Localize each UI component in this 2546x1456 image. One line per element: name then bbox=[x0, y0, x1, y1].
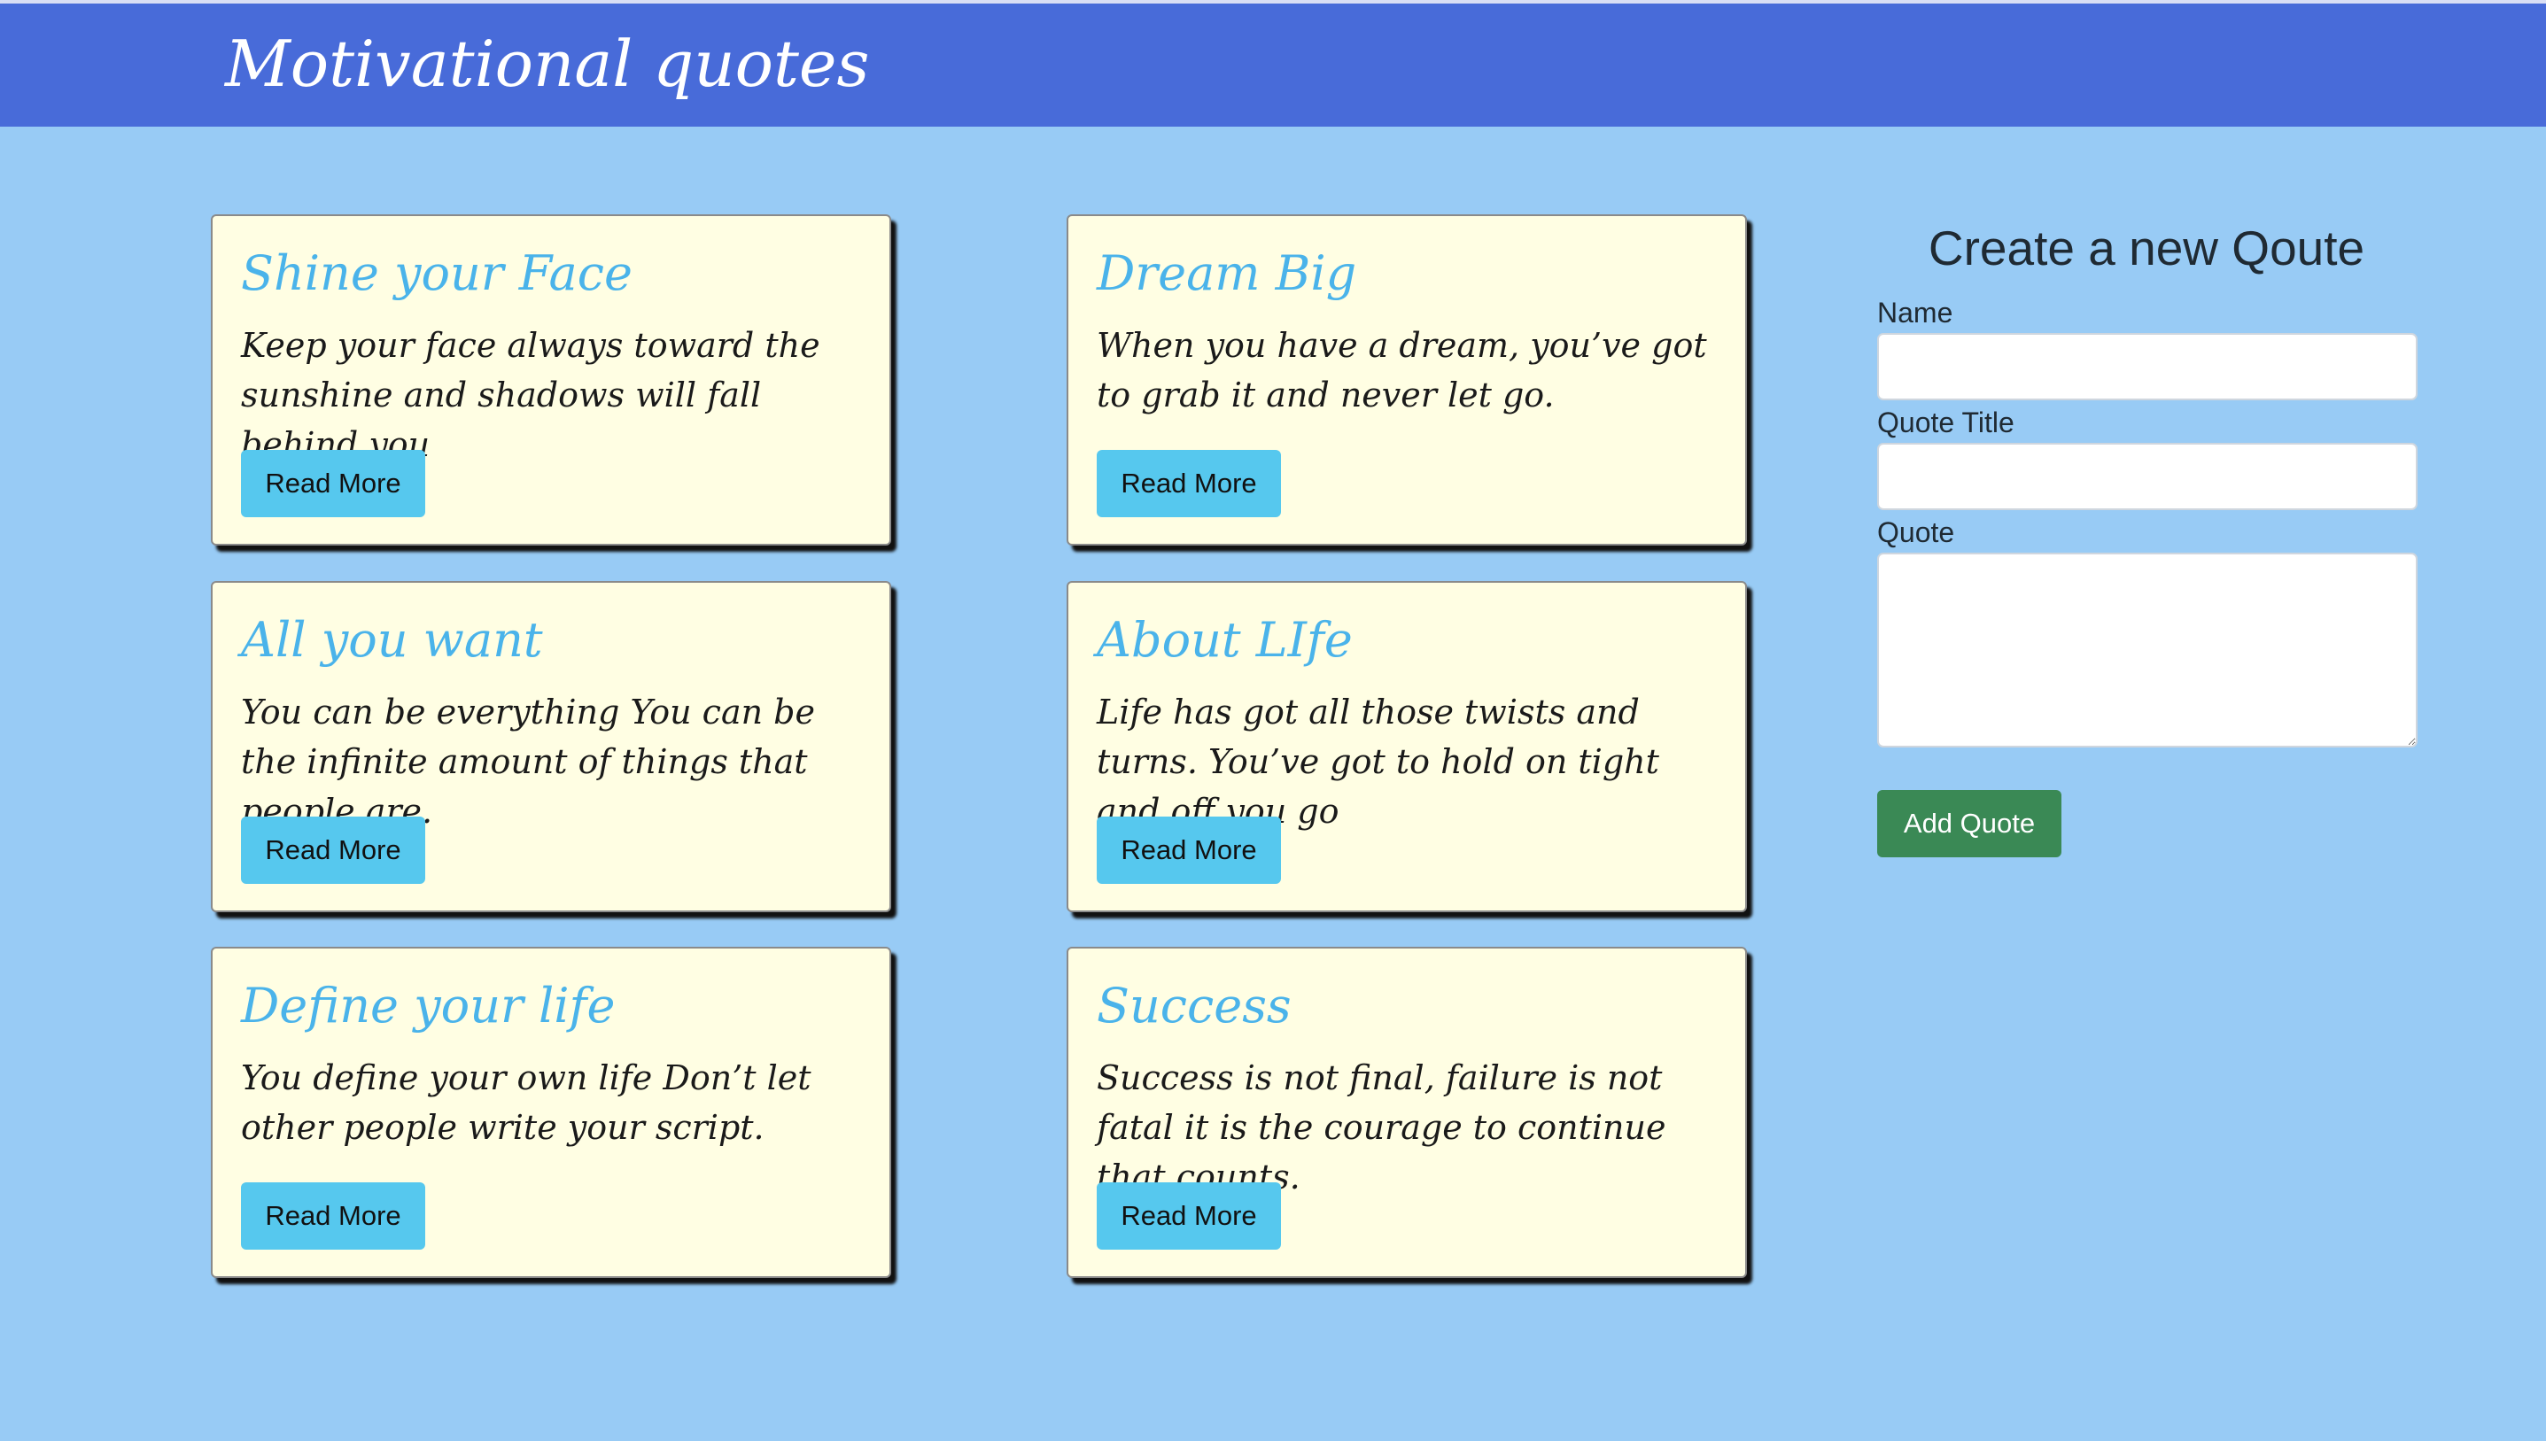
quote-text: You define your own life Don’t let other… bbox=[241, 1058, 811, 1147]
read-more-button[interactable]: Read More bbox=[1097, 1182, 1281, 1250]
quote-card: Define your life You define your own lif… bbox=[211, 947, 891, 1278]
read-more-button[interactable]: Read More bbox=[241, 817, 425, 884]
form-heading: Create a new Qoute bbox=[1928, 221, 2365, 275]
read-more-button[interactable]: Read More bbox=[241, 1182, 425, 1250]
name-input[interactable] bbox=[1877, 333, 2418, 400]
quote-title-label: Quote Title bbox=[1877, 407, 2014, 438]
read-more-button[interactable]: Read More bbox=[1097, 450, 1281, 517]
quote-text: You can be everything You can be the inf… bbox=[241, 693, 815, 831]
quote-title: Success bbox=[1097, 978, 1292, 1034]
quote-title: Define your life bbox=[241, 978, 616, 1034]
quote-title: All you want bbox=[241, 612, 543, 668]
quote-text: When you have a dream, you’ve got to gra… bbox=[1097, 326, 1707, 414]
site-header: Motivational quotes bbox=[0, 4, 2546, 127]
quote-text: Keep your face always toward the sunshin… bbox=[241, 326, 820, 464]
quote-card: Success Success is not final, failure is… bbox=[1067, 947, 1747, 1278]
quote-card: About LIfe Life has got all those twists… bbox=[1067, 581, 1747, 912]
quote-label: Quote bbox=[1877, 516, 1955, 548]
add-quote-button[interactable]: Add Quote bbox=[1877, 790, 2061, 857]
quote-title: Dream Big bbox=[1097, 245, 1357, 301]
quote-card: Shine your Face Keep your face always to… bbox=[211, 214, 891, 546]
quote-title: About LIfe bbox=[1097, 612, 1353, 668]
quote-title-input[interactable] bbox=[1877, 443, 2418, 510]
quote-textarea[interactable] bbox=[1877, 553, 2418, 747]
read-more-button[interactable]: Read More bbox=[241, 450, 425, 517]
quote-text: Success is not final, failure is not fat… bbox=[1097, 1058, 1666, 1197]
read-more-button[interactable]: Read More bbox=[1097, 817, 1281, 884]
quote-card: Dream Big When you have a dream, you’ve … bbox=[1067, 214, 1747, 546]
site-title: Motivational quotes bbox=[225, 27, 870, 101]
quote-text: Life has got all those twists and turns.… bbox=[1097, 693, 1659, 831]
quote-title: Shine your Face bbox=[241, 245, 633, 301]
quote-card: All you want You can be everything You c… bbox=[211, 581, 891, 912]
name-label: Name bbox=[1877, 297, 1953, 329]
